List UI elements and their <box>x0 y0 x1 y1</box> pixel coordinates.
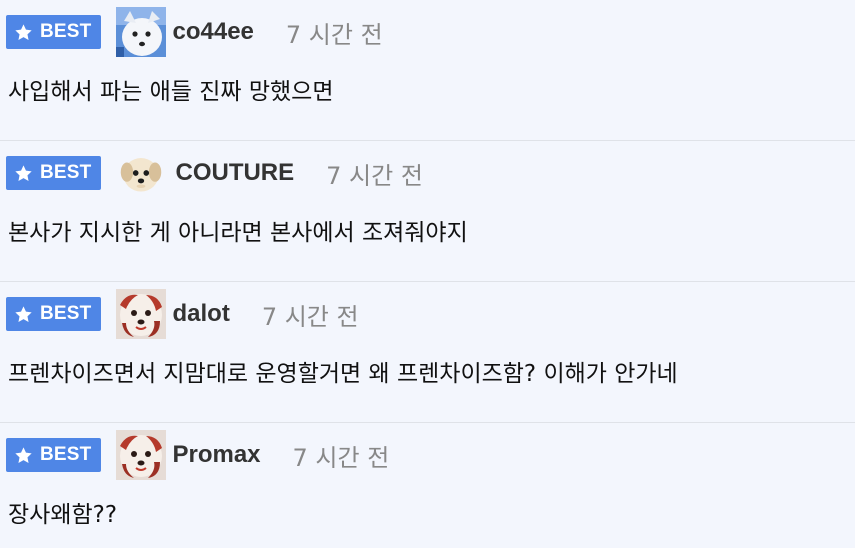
best-badge-label: BEST <box>40 21 92 42</box>
bloody-doll-avatar-icon[interactable] <box>116 289 167 339</box>
best-badge-label: BEST <box>40 162 92 183</box>
bloody-doll-avatar-icon[interactable] <box>116 430 167 480</box>
best-badge: BEST <box>6 156 102 190</box>
best-badge: BEST <box>6 297 102 331</box>
comment-item: BEST Promax 7 시간 전 장사왜함?? <box>0 423 855 548</box>
comment-item: BEST COUTURE 7 시간 전 본사가 지시한 게 아니라면 본사에서 … <box>0 141 855 282</box>
best-badge-label: BEST <box>40 444 92 465</box>
comment-list: BEST co44ee 7 시간 전 사입해서 파는 애들 진짜 망했으면 BE… <box>0 0 855 548</box>
comment-meta: BEST COUTURE 7 시간 전 <box>6 148 423 198</box>
puppy-face-avatar-icon[interactable] <box>119 151 163 195</box>
comment-item: BEST co44ee 7 시간 전 사입해서 파는 애들 진짜 망했으면 <box>0 0 855 141</box>
username[interactable]: dalot <box>172 300 229 328</box>
star-icon <box>15 23 32 40</box>
comment-item: BEST dalot 7 시간 전 프렌차이즈면서 지맘대로 운영할거면 왜 프… <box>0 282 855 423</box>
comment-time: 7 시간 전 <box>261 302 359 331</box>
comment-time: 7 시간 전 <box>326 161 423 190</box>
comment-meta: BEST co44ee 7 시간 전 <box>6 7 383 57</box>
best-badge-label: BEST <box>40 303 92 324</box>
best-badge: BEST <box>6 15 102 49</box>
comment-time: 7 시간 전 <box>285 20 383 49</box>
comment-text: 사입해서 파는 애들 진짜 망했으면 <box>8 79 334 105</box>
comment-text: 장사왜함?? <box>8 502 118 528</box>
star-icon <box>15 164 32 181</box>
comment-text: 프렌차이즈면서 지맘대로 운영할거면 왜 프렌차이즈함? 이해가 안가네 <box>8 361 678 387</box>
username[interactable]: Promax <box>172 441 260 469</box>
best-badge: BEST <box>6 438 102 472</box>
star-icon <box>15 305 32 322</box>
star-icon <box>15 446 32 463</box>
comment-text: 본사가 지시한 게 아니라면 본사에서 조져줘야지 <box>8 220 468 246</box>
username[interactable]: co44ee <box>172 18 253 46</box>
comment-time: 7 시간 전 <box>292 443 390 472</box>
white-dog-avatar-icon[interactable] <box>116 7 167 57</box>
comment-meta: BEST dalot 7 시간 전 <box>6 289 359 339</box>
comment-meta: BEST Promax 7 시간 전 <box>6 430 389 480</box>
username[interactable]: COUTURE <box>175 159 294 187</box>
